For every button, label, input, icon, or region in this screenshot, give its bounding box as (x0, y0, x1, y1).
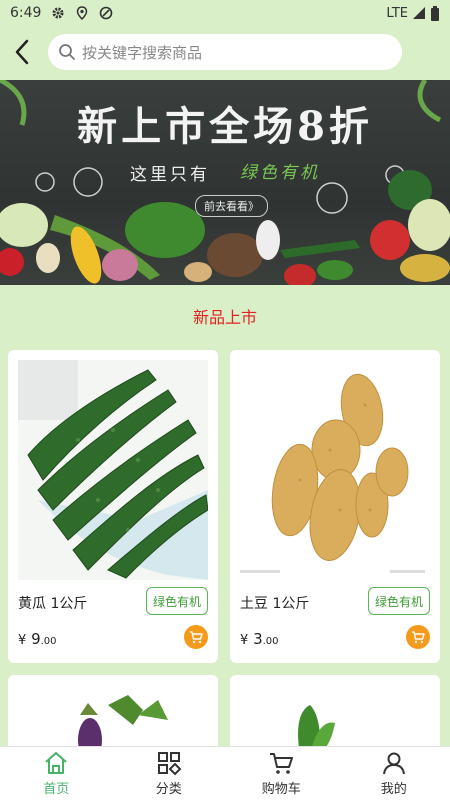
price-decimal: .00 (262, 636, 279, 647)
cart-icon (412, 631, 425, 644)
nav-mine[interactable]: 我的 (338, 747, 450, 800)
status-bar: 6:49 LTE (0, 0, 450, 26)
price-integer: 9 (31, 630, 41, 648)
back-button[interactable] (2, 30, 42, 74)
product-card[interactable] (8, 675, 218, 755)
cart-icon (270, 753, 294, 774)
nav-label-home: 首页 (43, 782, 70, 797)
header: 按关键字搜索商品 (0, 30, 450, 74)
chevron-left-icon (15, 39, 29, 65)
product-card[interactable] (230, 675, 440, 755)
eggplant-image (18, 685, 208, 755)
nav-label-cart: 购物车 (261, 782, 301, 797)
product-card[interactable]: 黄瓜 1公斤 绿色有机 ¥ 9.00 (8, 350, 218, 663)
product-image (18, 360, 208, 580)
cucumber-image (18, 360, 208, 580)
product-price: ¥ 3.00 (240, 630, 279, 648)
network-label: LTE (386, 5, 408, 21)
search-placeholder: 按关键字搜索商品 (82, 43, 203, 62)
nav-category[interactable]: 分类 (113, 747, 226, 800)
add-to-cart-button[interactable] (184, 625, 208, 649)
product-card[interactable]: 土豆 1公斤 绿色有机 ¥ 3.00 (230, 350, 440, 663)
sync-icon (100, 6, 113, 20)
nav-label-mine: 我的 (380, 782, 407, 797)
add-to-cart-button[interactable] (406, 625, 430, 649)
product-name: 土豆 1公斤 (240, 596, 310, 612)
nav-label-category: 分类 (155, 782, 182, 797)
section-title: 新品上市 (192, 308, 257, 327)
search-bar[interactable]: 按关键字搜索商品 (48, 34, 402, 70)
banner-headline: 新上市全场8折 (77, 103, 373, 150)
cart-icon (190, 631, 203, 644)
location-icon (77, 6, 88, 20)
product-price: ¥ 9.00 (18, 630, 57, 648)
price-currency: ¥ (240, 633, 249, 648)
user-icon (382, 752, 405, 775)
promo-banner[interactable]: 新上市全场8折 这里只有 绿色有机 前去看看》 (0, 80, 450, 285)
nav-home[interactable]: 首页 (0, 747, 113, 800)
bottom-nav: 首页 分类 购物车 我的 (0, 746, 450, 800)
settings-icon (52, 7, 64, 19)
price-decimal: .00 (40, 636, 57, 647)
battery-icon (431, 5, 439, 21)
nav-cart[interactable]: 购物车 (225, 747, 338, 800)
price-currency: ¥ (18, 633, 27, 648)
category-icon (157, 752, 182, 776)
potato-image (240, 360, 430, 580)
product-name: 黄瓜 1公斤 (18, 596, 88, 612)
organic-tag: 绿色有机 (367, 587, 430, 615)
product-image (240, 360, 430, 580)
status-time: 6:49 (10, 5, 42, 21)
home-icon (45, 752, 67, 774)
banner-cta-button[interactable]: 前去看看》 (195, 195, 268, 217)
greens-image (240, 685, 430, 755)
price-integer: 3 (253, 630, 263, 648)
search-icon (59, 44, 75, 60)
organic-tag: 绿色有机 (145, 587, 208, 615)
signal-icon (413, 7, 425, 19)
banner-subline: 这里只有 (130, 165, 210, 185)
banner-subline-highlight: 绿色有机 (240, 163, 320, 183)
